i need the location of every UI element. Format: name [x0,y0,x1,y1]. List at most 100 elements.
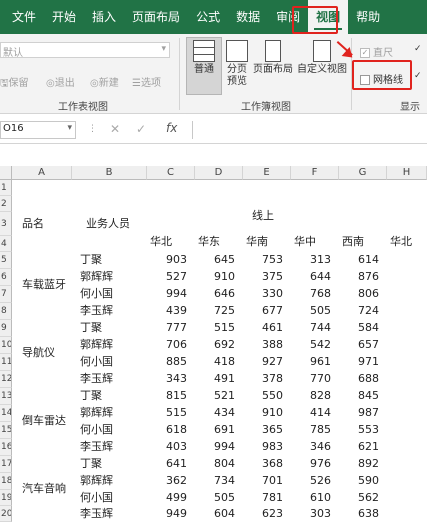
salesperson-name: 何小国 [80,491,113,504]
salesperson-name: 丁聚 [80,457,102,470]
row-header[interactable]: 2 [0,196,12,212]
column-header-e[interactable]: E [243,166,291,180]
sales-value: 644 [310,270,331,283]
row-header[interactable]: 17 [0,456,12,473]
column-header-g[interactable]: G [339,166,387,180]
row-header[interactable]: 7 [0,286,12,303]
formula-input[interactable] [192,121,427,139]
sales-value: 388 [262,338,283,351]
page-layout-view-button[interactable]: 页面布局 [252,40,294,76]
select-all-corner[interactable] [0,166,12,180]
sales-value: 403 [166,440,187,453]
page-break-preview-button[interactable]: 分页 预览 [222,40,252,88]
tab-home[interactable]: 开始 [44,0,84,34]
row-header[interactable]: 16 [0,439,12,456]
column-header-h[interactable]: H [387,166,427,180]
page-layout-icon [265,40,281,62]
row-header[interactable]: 18 [0,473,12,490]
headings-checkbox-partial[interactable]: ✓ [414,71,422,81]
tab-file[interactable]: 文件 [4,0,44,34]
name-box[interactable]: O16 ▾ [0,121,76,139]
region-header: 华南 [246,235,268,248]
formula-bar-checkbox-partial[interactable]: ✓ [414,44,422,54]
sales-value: 553 [358,423,379,436]
sales-value: 303 [310,507,331,520]
product-name: 倒车雷达 [22,414,66,427]
workbook-views-group-label: 工作簿视图 [241,102,291,113]
column-header-f[interactable]: F [291,166,339,180]
enter-icon[interactable]: ✓ [136,122,146,136]
column-header-b[interactable]: B [72,166,147,180]
row-header[interactable]: 15 [0,422,12,439]
sales-value: 614 [358,253,379,266]
tab-formulas[interactable]: 公式 [188,0,228,34]
row-header[interactable]: 19 [0,490,12,506]
ruler-checkbox[interactable]: ✓ 直尺 [360,44,393,59]
chevron-down-icon: ▾ [161,44,166,54]
row-header[interactable]: 20 [0,506,12,522]
row-header[interactable]: 11 [0,354,12,371]
salesperson-name: 郭辉辉 [80,474,113,487]
salesperson-name: 郭辉辉 [80,338,113,351]
options-button[interactable]: ☰选项 [132,74,161,89]
sheet-view-group-label: 工作表视图 [58,102,108,113]
worksheet[interactable]: A B C D E F G H 1 2 3 4 5 6 7 8 9 10 11 12 13 14 15 16 1… [0,166,427,522]
sheet-view-dropdown[interactable]: 默认 ▾ [0,42,170,59]
sales-value: 815 [166,389,187,402]
sales-value: 378 [262,372,283,385]
sales-value: 491 [214,372,235,385]
sales-value: 804 [214,457,235,470]
sales-value: 725 [214,304,235,317]
view-tab-highlight [292,6,338,34]
row-header[interactable]: 3 [0,212,12,236]
row-header[interactable]: 5 [0,252,12,269]
gridlines-highlight [352,60,412,90]
row-header[interactable]: 9 [0,320,12,337]
sales-value: 562 [358,491,379,504]
region-header: 华东 [198,235,220,248]
sales-value: 515 [166,406,187,419]
product-name: 汽车音响 [22,482,66,495]
salesperson-name: 丁聚 [80,253,102,266]
salesperson-name: 李玉辉 [80,304,113,317]
keep-button[interactable]: 🖫保留 [0,74,29,93]
row-header[interactable]: 14 [0,405,12,422]
tab-data[interactable]: 数据 [228,0,268,34]
sales-value: 691 [214,423,235,436]
sales-value: 526 [310,474,331,487]
column-header-c[interactable]: C [147,166,195,180]
cancel-icon[interactable]: ✕ [110,122,120,136]
sales-value: 677 [262,304,283,317]
sales-value: 828 [310,389,331,402]
row-header[interactable]: 8 [0,303,12,320]
insert-function-icon[interactable]: fx [166,121,177,135]
row-header[interactable]: 12 [0,371,12,388]
normal-grid-icon [193,40,215,62]
row-header[interactable]: 4 [0,236,12,252]
tab-page-layout[interactable]: 页面布局 [124,0,188,34]
row-header[interactable]: 1 [0,180,12,196]
region-header: 华中 [294,235,316,248]
new-button[interactable]: ◎新建 [90,74,119,89]
sales-value: 806 [358,287,379,300]
eye-icon: ◎ [46,78,55,89]
salesperson-name: 李玉辉 [80,507,113,520]
column-header-d[interactable]: D [195,166,243,180]
sales-value: 590 [358,474,379,487]
row-header[interactable]: 13 [0,388,12,405]
sales-value: 706 [166,338,187,351]
list-icon: ☰ [132,78,141,89]
exit-button[interactable]: ◎退出 [46,74,75,89]
row-header[interactable]: 10 [0,337,12,354]
sales-value: 983 [262,440,283,453]
sales-value: 621 [358,440,379,453]
sales-value: 646 [214,287,235,300]
column-header-a[interactable]: A [12,166,72,180]
sales-value: 976 [310,457,331,470]
tab-help[interactable]: 帮助 [348,0,388,34]
sales-value: 927 [262,355,283,368]
tab-insert[interactable]: 插入 [84,0,124,34]
row-header[interactable]: 6 [0,269,12,286]
sales-value: 657 [358,338,379,351]
sales-value: 343 [166,372,187,385]
